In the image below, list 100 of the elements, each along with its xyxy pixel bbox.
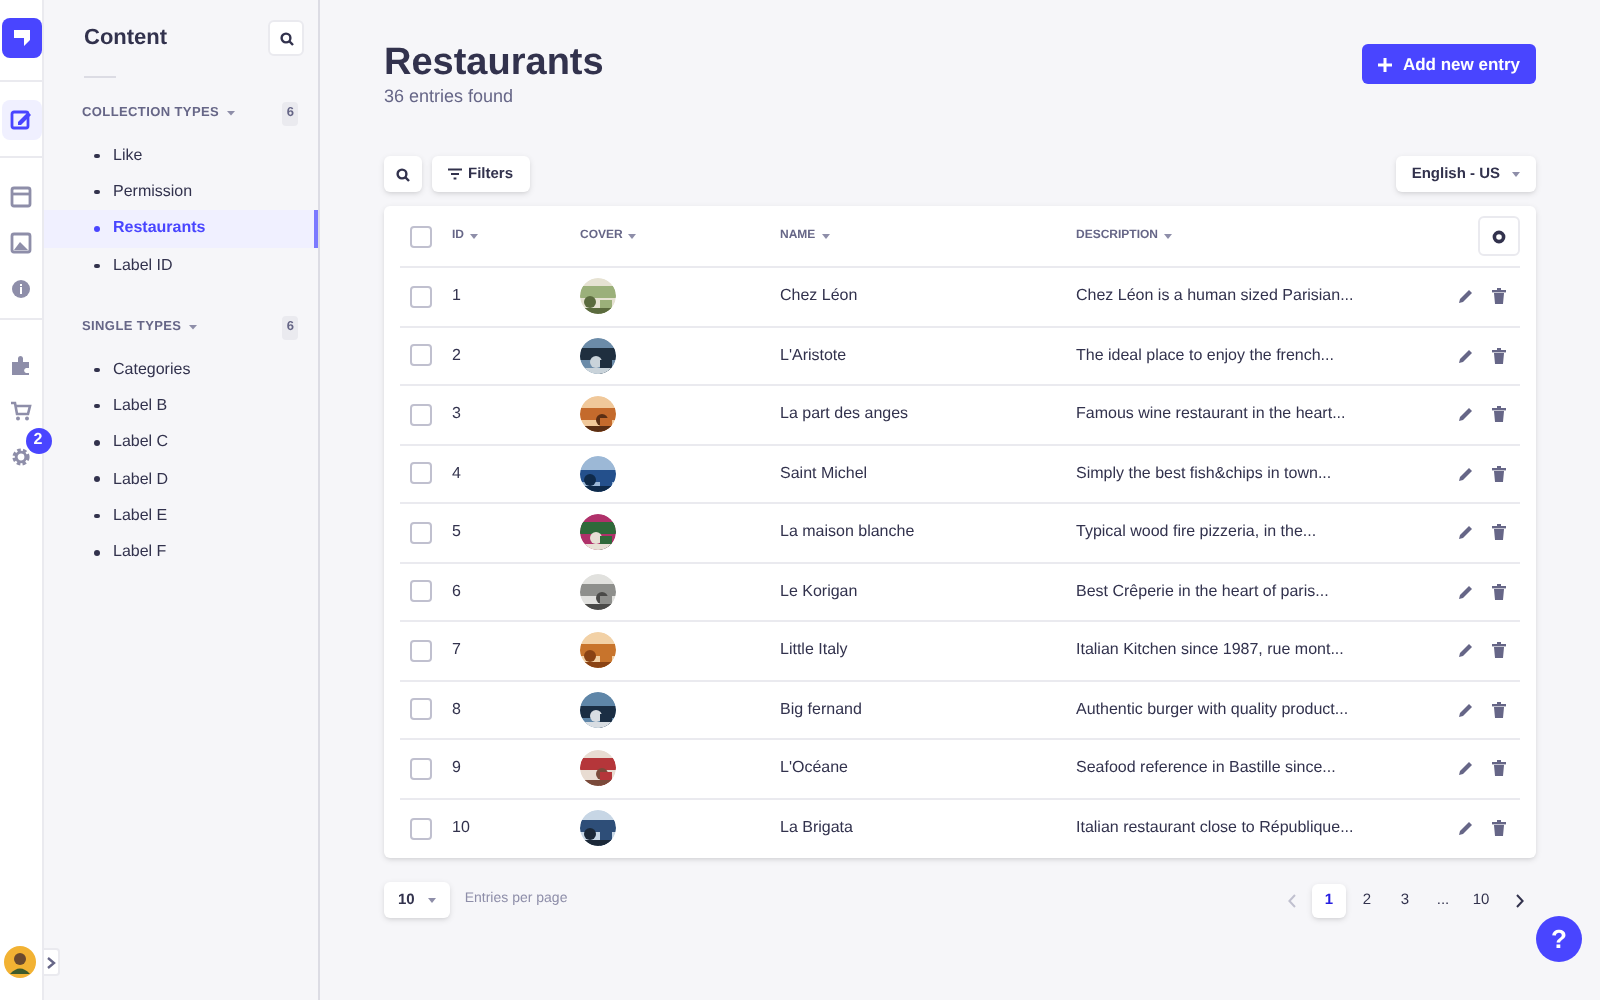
pencil-square-icon (10, 108, 32, 130)
edit-button[interactable] (1458, 583, 1474, 600)
pencil-icon (1458, 288, 1474, 305)
trash-icon (1492, 524, 1506, 541)
sidebar-item[interactable]: Restaurants (44, 210, 318, 248)
delete-button[interactable] (1492, 406, 1506, 423)
chevron-right-icon (1515, 893, 1523, 907)
table-cell-text: Typical wood fire pizzeria, in the... (1076, 520, 1319, 545)
pencil-icon (1458, 583, 1474, 600)
caret-down-icon (628, 233, 637, 239)
sidebar-item[interactable]: Categories (44, 351, 318, 388)
checkbox[interactable] (410, 698, 432, 721)
delete-button[interactable] (1492, 347, 1506, 364)
edit-button[interactable] (1458, 465, 1474, 482)
checkbox[interactable] (410, 403, 432, 426)
trash-icon (1492, 760, 1506, 777)
info-icon (10, 277, 32, 299)
select-all-checkbox[interactable] (410, 225, 432, 247)
delete-button[interactable] (1492, 701, 1506, 718)
bullet-icon (94, 189, 99, 195)
pencil-icon (1458, 524, 1474, 541)
entries-count: 36 entries found (384, 84, 516, 110)
search-button[interactable] (384, 156, 422, 192)
table-cell-text: 10 (452, 816, 472, 841)
checkbox[interactable] (410, 285, 432, 308)
table-cell-text: 7 (452, 638, 463, 663)
caret-down-icon (428, 897, 437, 903)
checkbox[interactable] (410, 817, 432, 840)
table-cell-text: La part des anges (780, 402, 911, 427)
edit-button[interactable] (1458, 288, 1474, 305)
expand-button[interactable] (42, 948, 60, 976)
sidebar-item[interactable]: Label F (44, 534, 318, 571)
trash-icon (1492, 701, 1506, 718)
add-entry-button[interactable]: Add new entry (1362, 44, 1536, 84)
table-cell-text: L'Aristote (780, 343, 849, 368)
bullet-icon (94, 403, 99, 409)
logo-icon[interactable] (1, 18, 41, 58)
table-cell-text: Famous wine restaurant in the heart... (1076, 402, 1348, 427)
bullet-icon (94, 476, 99, 482)
sidebar-item[interactable]: Label D (44, 461, 318, 498)
checkbox[interactable] (410, 521, 432, 544)
sidebar-item[interactable]: Label E (44, 497, 318, 535)
checkbox[interactable] (410, 580, 432, 603)
page-title: Restaurants (384, 44, 604, 84)
table-cell-text: 2 (452, 343, 463, 368)
edit-button[interactable] (1458, 642, 1474, 659)
image-icon (10, 231, 32, 253)
table-cell-text: 8 (452, 697, 463, 722)
pencil-square-button[interactable] (1, 99, 41, 139)
table-cell-text: 3 (452, 402, 463, 427)
caret-down-icon (821, 233, 830, 239)
table-cell-text: Italian restaurant close to République... (1076, 816, 1356, 841)
edit-button[interactable] (1458, 406, 1474, 423)
help-button[interactable]: ? (1536, 916, 1582, 962)
sidebar-item[interactable]: Label B (44, 387, 318, 425)
chevron-right-icon (46, 955, 56, 969)
sidebar-item[interactable]: Permission (44, 174, 318, 211)
pencil-icon (1458, 642, 1474, 659)
edit-button[interactable] (1458, 760, 1474, 777)
delete-button[interactable] (1492, 583, 1506, 600)
checkbox[interactable] (410, 757, 432, 780)
caret-down-icon (225, 110, 236, 117)
settings-icon (1492, 229, 1506, 243)
trash-icon (1492, 583, 1506, 600)
edit-button[interactable] (1458, 820, 1474, 837)
bullet-icon (94, 513, 99, 519)
edit-button[interactable] (1458, 524, 1474, 541)
checkbox[interactable] (410, 344, 432, 367)
bullet-icon (94, 440, 99, 446)
avatar-icon[interactable] (4, 946, 36, 978)
edit-button[interactable] (1458, 347, 1474, 364)
sidebar-item[interactable]: Like (44, 137, 318, 175)
bullet-icon (94, 263, 99, 269)
sidebar-item[interactable]: Label ID (44, 247, 318, 284)
delete-button[interactable] (1492, 524, 1506, 541)
caret-down-icon (470, 233, 478, 239)
edit-button[interactable] (1458, 701, 1474, 718)
table-cell-text: 9 (452, 756, 463, 781)
checkbox[interactable] (410, 462, 432, 485)
delete-button[interactable] (1492, 465, 1506, 482)
table-cell-text: Little Italy (780, 638, 850, 663)
pencil-icon (1458, 701, 1474, 718)
pencil-icon (1458, 760, 1474, 777)
trash-icon (1492, 465, 1506, 482)
table-cell-text: Best Crêperie in the heart of paris... (1076, 579, 1331, 604)
table-cell-text: Authentic burger with quality product... (1076, 697, 1351, 722)
delete-button[interactable] (1492, 820, 1506, 837)
delete-button[interactable] (1492, 288, 1506, 305)
delete-button[interactable] (1492, 760, 1506, 777)
table-cell-text: La maison blanche (780, 520, 917, 545)
caret-down-icon (1164, 233, 1173, 239)
caret-down-icon (187, 324, 198, 331)
table-cell-text: 6 (452, 579, 463, 604)
settings-button[interactable] (1478, 216, 1520, 256)
checkbox[interactable] (410, 639, 432, 662)
search-button[interactable] (268, 20, 304, 56)
bullet-icon (94, 226, 99, 232)
delete-button[interactable] (1492, 642, 1506, 659)
pencil-icon (1458, 406, 1474, 423)
table-cell-text: La Brigata (780, 816, 855, 841)
